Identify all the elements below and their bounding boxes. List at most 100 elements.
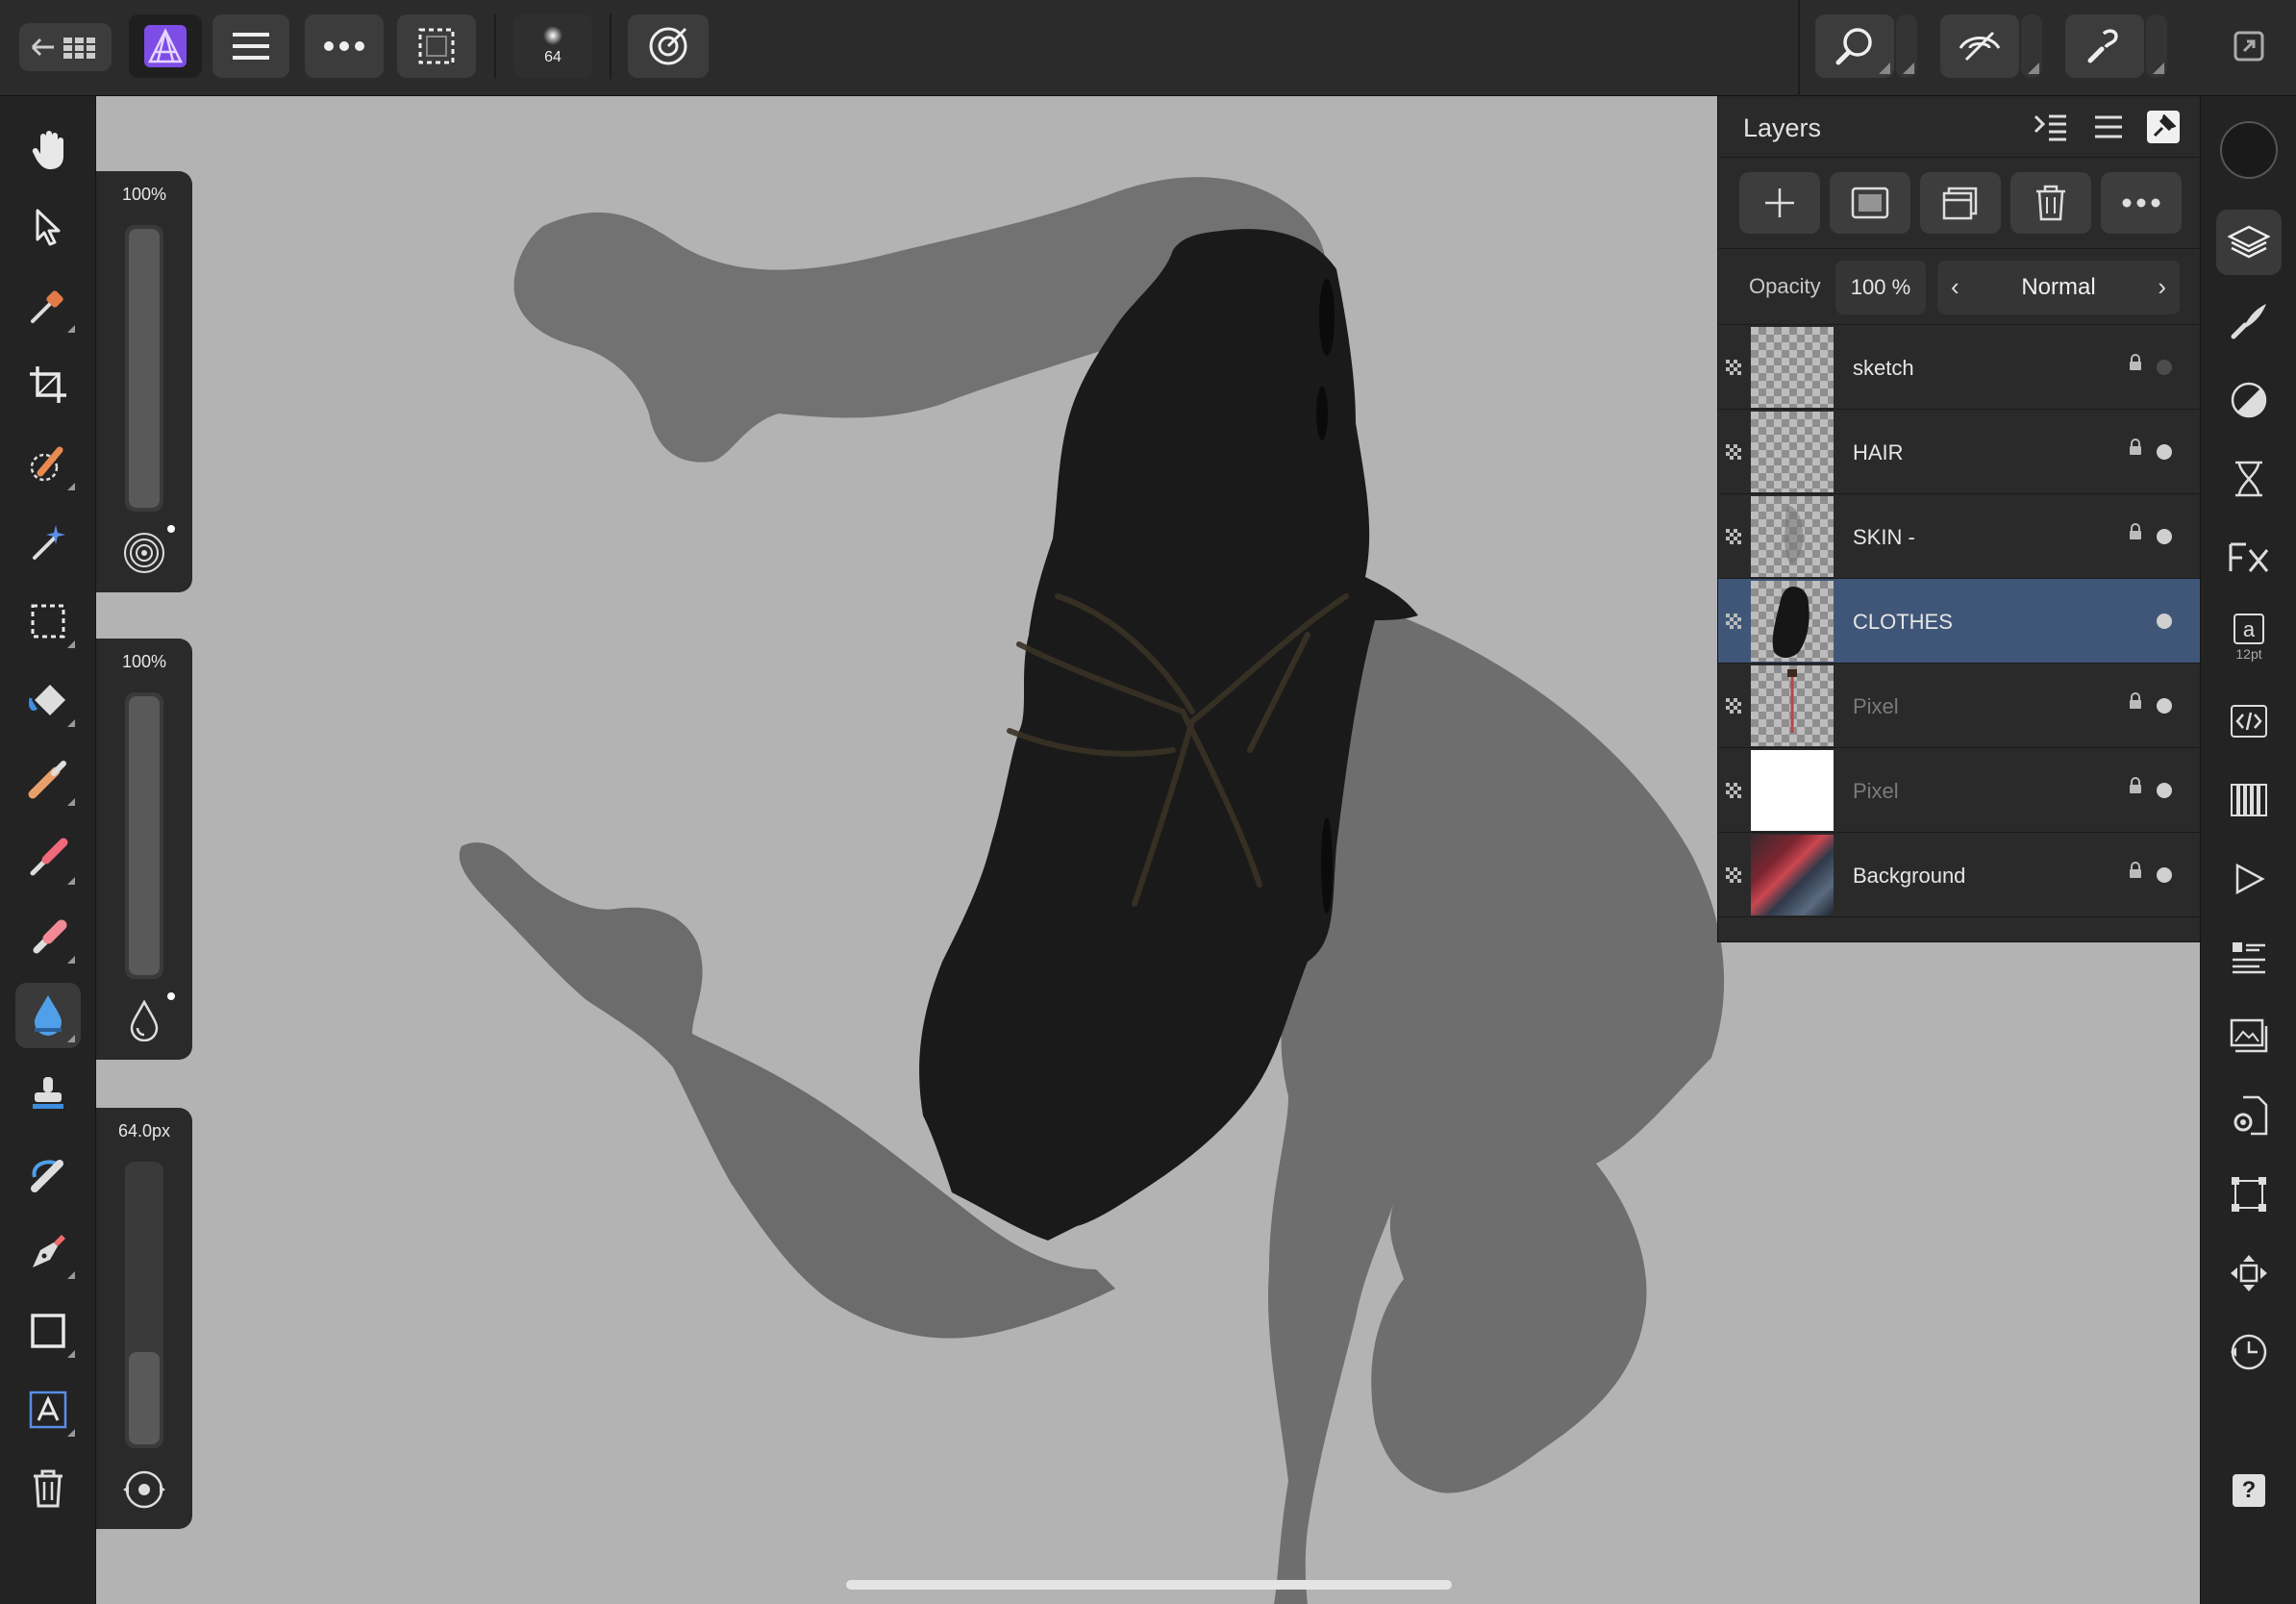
drag-handle-icon[interactable] xyxy=(1726,867,1741,883)
layer-row[interactable]: sketch xyxy=(1718,325,2201,410)
layer-thumbnail xyxy=(1751,665,1834,746)
smudge-brush-tool[interactable] xyxy=(15,983,81,1048)
drag-handle-icon[interactable] xyxy=(1726,360,1741,375)
stock-studio-button[interactable] xyxy=(2216,1004,2282,1069)
width-slider[interactable] xyxy=(125,1162,163,1448)
navigator-studio-button[interactable] xyxy=(2216,1241,2282,1306)
persona-switcher-button[interactable] xyxy=(129,14,202,78)
swatches-studio-button[interactable] xyxy=(2216,767,2282,833)
view-tool[interactable] xyxy=(15,117,81,183)
assistant-options-button[interactable] xyxy=(2146,14,2167,78)
blend-prev-chevron-icon[interactable]: ‹ xyxy=(1951,272,1959,302)
group-layers-button[interactable] xyxy=(1920,172,2001,234)
color-swatch-button[interactable] xyxy=(2216,117,2282,183)
clone-brush-tool[interactable] xyxy=(15,1062,81,1127)
menu-button[interactable] xyxy=(212,14,289,78)
crop-tool[interactable] xyxy=(15,352,81,417)
artistic-text-tool[interactable] xyxy=(15,1377,81,1442)
macro-studio-button[interactable] xyxy=(2216,846,2282,912)
visibility-toggle[interactable] xyxy=(2157,360,2172,375)
selection-button[interactable] xyxy=(397,14,476,78)
blend-mode-value: Normal xyxy=(2021,274,2096,300)
view-mode-button[interactable] xyxy=(1940,14,2019,78)
more-options-button[interactable] xyxy=(305,14,384,78)
flow-slider[interactable] xyxy=(125,692,163,979)
brushes-studio-button[interactable] xyxy=(2216,288,2282,354)
lock-icon[interactable] xyxy=(2129,777,2142,794)
visibility-toggle[interactable] xyxy=(2157,444,2172,460)
selection-brush-tool[interactable] xyxy=(15,431,81,496)
brush-preset-button[interactable]: 64 xyxy=(513,14,592,78)
visibility-toggle[interactable] xyxy=(2157,529,2172,544)
marquee-tool[interactable] xyxy=(15,589,81,654)
lock-icon[interactable] xyxy=(2129,692,2142,710)
drag-handle-icon[interactable] xyxy=(1726,529,1741,544)
drag-handle-icon[interactable] xyxy=(1726,783,1741,798)
layers-studio-button[interactable] xyxy=(2216,210,2282,275)
color-swatch xyxy=(2220,121,2278,179)
layer-row[interactable]: CLOTHES xyxy=(1718,579,2201,664)
collapse-panel-button[interactable] xyxy=(2032,110,2070,144)
visibility-toggle[interactable] xyxy=(2157,783,2172,798)
drag-handle-icon[interactable] xyxy=(1726,444,1741,460)
erase-brush-tool[interactable] xyxy=(15,904,81,969)
fullscreen-button[interactable] xyxy=(2211,14,2286,78)
snapshots-studio-button[interactable] xyxy=(2216,1319,2282,1385)
blend-mode-selector[interactable]: ‹ Normal › xyxy=(1937,261,2180,314)
rectangle-tool[interactable] xyxy=(15,1298,81,1364)
back-to-gallery-button[interactable] xyxy=(19,23,112,71)
drag-handle-icon[interactable] xyxy=(1726,614,1741,629)
layer-opacity-field[interactable]: 100 % xyxy=(1835,261,1926,314)
lock-icon[interactable] xyxy=(2129,439,2142,456)
visibility-toggle[interactable] xyxy=(2157,867,2172,883)
hand-icon xyxy=(32,131,63,169)
opacity-slider[interactable] xyxy=(125,225,163,512)
document-settings-button[interactable] xyxy=(2216,1083,2282,1148)
add-mask-button[interactable] xyxy=(1830,172,1910,234)
blend-next-chevron-icon[interactable]: › xyxy=(2158,272,2166,302)
delete-layer-button[interactable] xyxy=(2010,172,2091,234)
library-studio-button[interactable] xyxy=(2216,925,2282,990)
visibility-toggle[interactable] xyxy=(2157,614,2172,629)
color-picker-tool[interactable] xyxy=(15,273,81,338)
layer-row[interactable]: Pixel xyxy=(1718,664,2201,748)
layer-row[interactable]: SKIN - xyxy=(1718,494,2201,579)
flood-select-tool[interactable] xyxy=(15,510,81,575)
home-indicator xyxy=(846,1580,1452,1590)
history-studio-button[interactable] xyxy=(2216,446,2282,512)
drag-handle-icon[interactable] xyxy=(1726,698,1741,714)
zoom-button[interactable] xyxy=(1815,14,1894,78)
layer-row[interactable]: Background xyxy=(1718,833,2201,917)
layers-panel-header: Layers xyxy=(1718,96,2201,158)
effects-studio-button[interactable] xyxy=(2216,525,2282,590)
layer-row[interactable]: Pixel xyxy=(1718,748,2201,833)
layer-row[interactable]: HAIR xyxy=(1718,410,2201,494)
text-studio-button[interactable]: a 12pt xyxy=(2216,604,2282,669)
zoom-options-button[interactable] xyxy=(1896,14,1917,78)
lock-icon[interactable] xyxy=(2129,523,2142,540)
flood-fill-tool[interactable] xyxy=(15,667,81,733)
visibility-toggle[interactable] xyxy=(2157,698,2172,714)
help-button[interactable]: ? xyxy=(2216,1458,2282,1523)
lock-icon[interactable] xyxy=(2129,354,2142,371)
adjustments-studio-button[interactable] xyxy=(2216,367,2282,433)
paint-brush-tool[interactable] xyxy=(15,746,81,812)
move-tool[interactable] xyxy=(15,194,81,260)
pen-tool[interactable] xyxy=(15,1219,81,1285)
trash-icon xyxy=(2036,185,2065,221)
transform-studio-button[interactable] xyxy=(2216,1162,2282,1227)
pressure-indicator-dot xyxy=(167,525,175,533)
add-layer-button[interactable] xyxy=(1739,172,1820,234)
panel-menu-button[interactable] xyxy=(2089,110,2128,144)
pin-panel-button[interactable] xyxy=(2147,111,2180,143)
delete-tool[interactable] xyxy=(15,1456,81,1521)
layer-more-button[interactable] xyxy=(2101,172,2182,234)
view-options-button[interactable] xyxy=(2021,14,2042,78)
inpainting-brush-tool[interactable] xyxy=(15,1140,81,1206)
stabilizer-button[interactable] xyxy=(628,14,709,78)
brush-tool[interactable] xyxy=(15,825,81,890)
lock-icon[interactable] xyxy=(2129,862,2142,879)
collapse-list-icon xyxy=(2034,114,2066,141)
assistant-button[interactable] xyxy=(2065,14,2144,78)
source-studio-button[interactable] xyxy=(2216,689,2282,754)
